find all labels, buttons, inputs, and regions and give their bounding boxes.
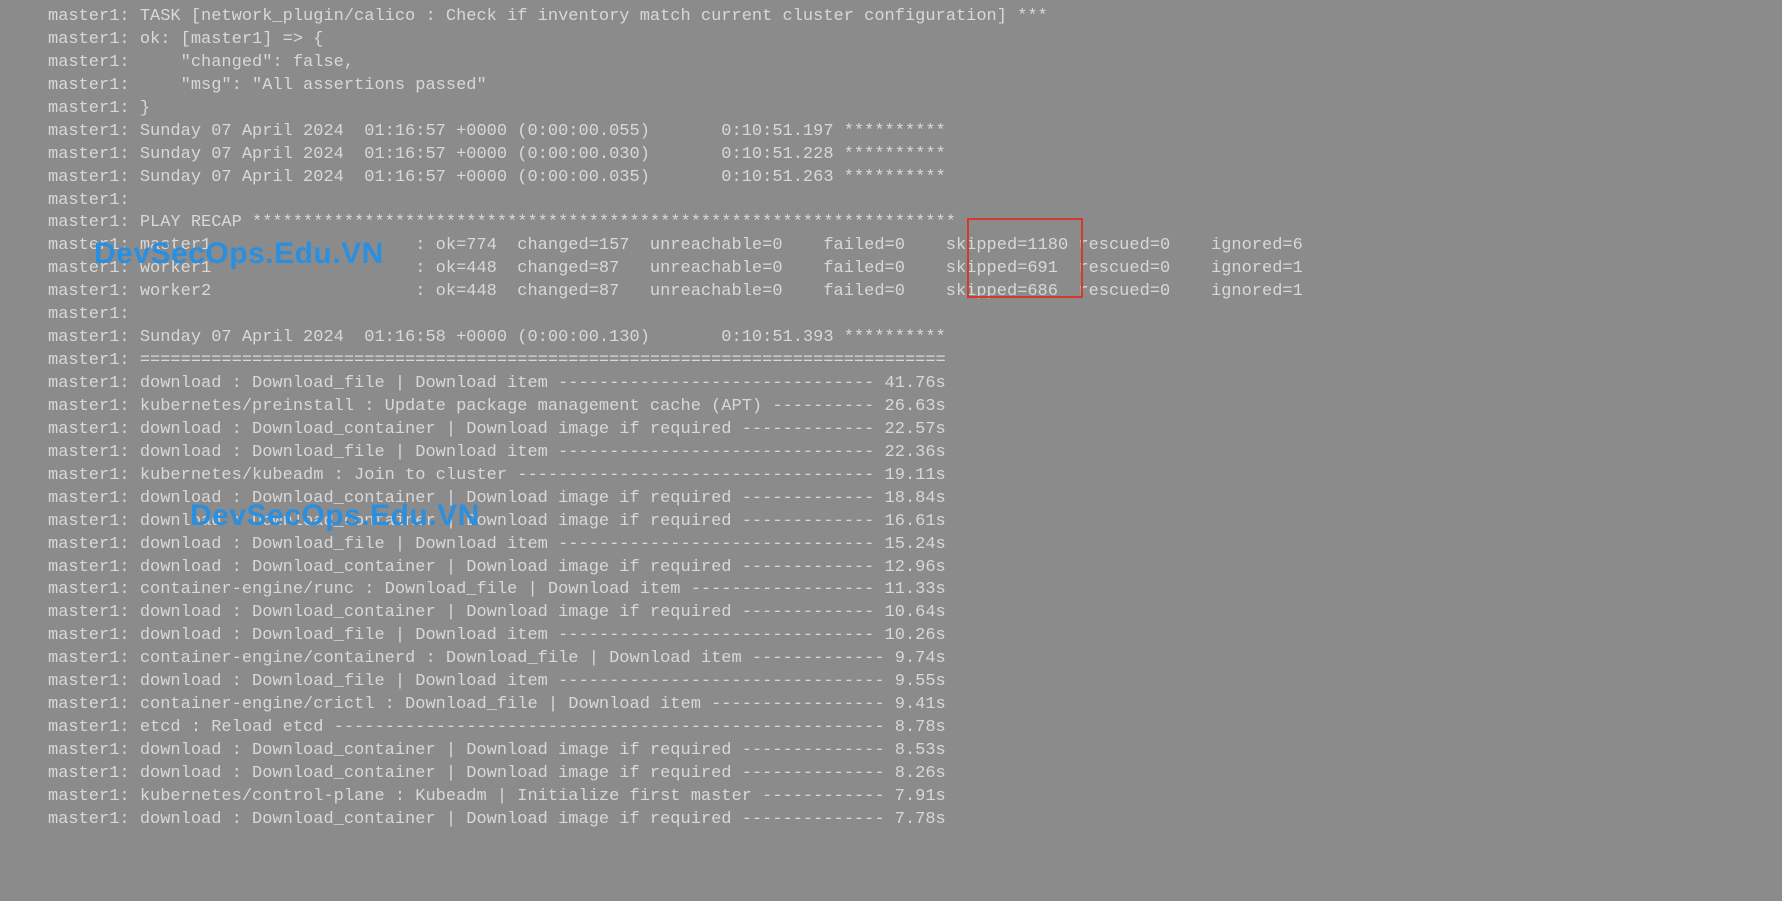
terminal-line: master1: }	[48, 98, 1782, 121]
terminal-line: master1: "msg": "All assertions passed"	[48, 75, 1782, 98]
terminal-line: master1: worker2 : ok=448 changed=87 unr…	[48, 281, 1782, 304]
terminal-line: master1: ok: [master1] => {	[48, 29, 1782, 52]
terminal-line: master1: download : Download_container |…	[48, 511, 1782, 534]
terminal-line: master1: download : Download_container |…	[48, 809, 1782, 832]
terminal-line: master1: kubernetes/control-plane : Kube…	[48, 786, 1782, 809]
terminal-line: master1: download : Download_container |…	[48, 602, 1782, 625]
terminal-line: master1: container-engine/runc : Downloa…	[48, 579, 1782, 602]
terminal-line: master1: download : Download_container |…	[48, 740, 1782, 763]
terminal-line: master1: container-engine/containerd : D…	[48, 648, 1782, 671]
terminal-line: master1: master1 : ok=774 changed=157 un…	[48, 235, 1782, 258]
terminal-line: master1: worker1 : ok=448 changed=87 unr…	[48, 258, 1782, 281]
terminal-line: master1: download : Download_container |…	[48, 557, 1782, 580]
terminal-line: master1: download : Download_file | Down…	[48, 534, 1782, 557]
terminal-line: master1: Sunday 07 April 2024 01:16:58 +…	[48, 327, 1782, 350]
terminal-line: master1: kubernetes/preinstall : Update …	[48, 396, 1782, 419]
terminal-line: master1: download : Download_container |…	[48, 488, 1782, 511]
terminal-line: master1:	[48, 304, 1782, 327]
terminal-line: master1: download : Download_container |…	[48, 419, 1782, 442]
terminal-line: master1:	[48, 190, 1782, 213]
terminal-line: master1: download : Download_file | Down…	[48, 671, 1782, 694]
terminal-line: master1: TASK [network_plugin/calico : C…	[48, 6, 1782, 29]
terminal-line: master1: kubernetes/kubeadm : Join to cl…	[48, 465, 1782, 488]
terminal-line: master1: download : Download_file | Down…	[48, 373, 1782, 396]
terminal-line: master1: etcd : Reload etcd ------------…	[48, 717, 1782, 740]
terminal-line: master1: download : Download_container |…	[48, 763, 1782, 786]
terminal-line: master1: container-engine/crictl : Downl…	[48, 694, 1782, 717]
terminal-line: master1: ===============================…	[48, 350, 1782, 373]
terminal-line: master1: PLAY RECAP ********************…	[48, 212, 1782, 235]
terminal-line: master1: Sunday 07 April 2024 01:16:57 +…	[48, 121, 1782, 144]
terminal-line: master1: Sunday 07 April 2024 01:16:57 +…	[48, 167, 1782, 190]
terminal-line: master1: download : Download_file | Down…	[48, 625, 1782, 648]
terminal-line: master1: "changed": false,	[48, 52, 1782, 75]
terminal-line: master1: download : Download_file | Down…	[48, 442, 1782, 465]
terminal-output: master1: TASK [network_plugin/calico : C…	[0, 0, 1782, 901]
terminal-line: master1: Sunday 07 April 2024 01:16:57 +…	[48, 144, 1782, 167]
